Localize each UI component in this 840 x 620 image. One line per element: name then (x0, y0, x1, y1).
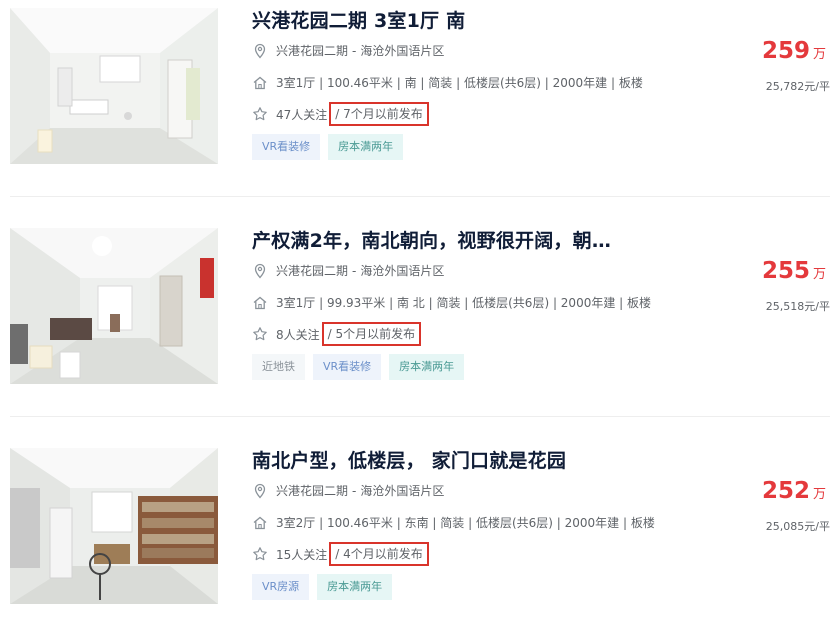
unit-price: 25,085元/平 (765, 520, 830, 533)
listing-photo[interactable] (10, 448, 218, 604)
house-info-text: 3室1厅 | 99.93平米 | 南 北 | 简装 | 低楼层(共6层) | 2… (276, 296, 652, 310)
listing-info: 3室2厅 | 100.46平米 | 东南 | 简装 | 低楼层(共6层) | 2… (252, 514, 655, 531)
total-price-unit: 万 (812, 487, 826, 502)
tag-near-subway: 近地铁 (252, 354, 305, 380)
publish-time: / 7个月以前发布 (329, 102, 429, 126)
location-pin-icon (252, 43, 268, 59)
house-info-text: 3室2厅 | 100.46平米 | 东南 | 简装 | 低楼层(共6层) | 2… (276, 516, 655, 530)
star-icon[interactable] (252, 546, 268, 562)
tag-title-two-years: 房本满两年 (328, 134, 404, 160)
house-icon (252, 75, 268, 91)
listing-address: 兴港花园二期 - 海沧外国语片区 (252, 482, 444, 499)
total-price-value: 255 (761, 258, 810, 284)
listing-card[interactable]: 兴港花园二期 3室1厅 南 兴港花园二期 - 海沧外国语片区 3室1厅 | 10… (0, 0, 840, 200)
location-pin-icon (252, 263, 268, 279)
total-price: 255 万 (762, 258, 826, 284)
tag-vr-decoration: VR看装修 (252, 134, 321, 160)
listing-photo[interactable] (10, 8, 218, 164)
followers-count: 47人关注 (276, 107, 328, 122)
total-price: 252 万 (762, 478, 826, 504)
room-photo-image (10, 8, 218, 164)
followers-count: 8人关注 (276, 327, 320, 342)
tag-title-two-years: 房本满两年 (317, 574, 393, 600)
listing-info: 3室1厅 | 99.93平米 | 南 北 | 简装 | 低楼层(共6层) | 2… (252, 294, 651, 311)
listing-follow: 15人关注 / 4个月以前发布 (252, 542, 429, 566)
room-photo-image (10, 228, 218, 384)
address-separator: - (352, 43, 357, 58)
tag-title-two-years: 房本满两年 (389, 354, 465, 380)
tag-vr-listing: VR房源 (252, 574, 310, 600)
address-separator: - (352, 483, 357, 498)
listing-info: 3室1厅 | 100.46平米 | 南 | 简装 | 低楼层(共6层) | 20… (252, 74, 643, 91)
location-pin-icon (252, 483, 268, 499)
community-link[interactable]: 兴港花园二期 (276, 262, 348, 279)
area-link[interactable]: 海沧外国语片区 (360, 42, 444, 59)
listing-photo[interactable] (10, 228, 218, 384)
total-price-unit: 万 (812, 47, 826, 62)
tag-vr-decoration: VR看装修 (313, 354, 382, 380)
listing-follow: 8人关注 / 5个月以前发布 (252, 322, 422, 346)
total-price-value: 259 (761, 38, 810, 64)
listing-title[interactable]: 产权满2年，南北朝向，视野很开阔，朝… (252, 226, 611, 253)
total-price-unit: 万 (812, 267, 826, 282)
listing-card[interactable]: 南北户型，低楼层， 家门口就是花园 兴港花园二期 - 海沧外国语片区 3室2厅 … (0, 440, 840, 620)
unit-price: 25,518元/平 (765, 300, 830, 313)
tag-list: VR房源 房本满两年 (252, 574, 393, 600)
listing-divider (10, 416, 830, 417)
community-link[interactable]: 兴港花园二期 (276, 482, 348, 499)
area-link[interactable]: 海沧外国语片区 (360, 262, 444, 279)
star-icon[interactable] (252, 106, 268, 122)
tag-list: VR看装修 房本满两年 (252, 134, 404, 160)
total-price: 259 万 (762, 38, 826, 64)
tag-list: 近地铁 VR看装修 房本满两年 (252, 354, 465, 380)
publish-time: / 5个月以前发布 (321, 322, 422, 346)
listing-title[interactable]: 南北户型，低楼层， 家门口就是花园 (252, 446, 566, 473)
address-separator: - (352, 263, 357, 278)
listing-address: 兴港花园二期 - 海沧外国语片区 (252, 262, 444, 279)
followers-count: 15人关注 (276, 547, 328, 562)
listing-card[interactable]: 产权满2年，南北朝向，视野很开阔，朝… 兴港花园二期 - 海沧外国语片区 3室1… (0, 220, 840, 420)
listing-title[interactable]: 兴港花园二期 3室1厅 南 (252, 6, 465, 33)
listing-divider (10, 196, 830, 197)
listing-follow: 47人关注 / 7个月以前发布 (252, 102, 429, 126)
house-icon (252, 515, 268, 531)
room-photo-image (10, 448, 218, 604)
star-icon[interactable] (252, 326, 268, 342)
publish-time: / 4个月以前发布 (329, 542, 429, 566)
area-link[interactable]: 海沧外国语片区 (360, 482, 444, 499)
listing-address: 兴港花园二期 - 海沧外国语片区 (252, 42, 444, 59)
community-link[interactable]: 兴港花园二期 (276, 42, 348, 59)
total-price-value: 252 (761, 478, 810, 504)
house-info-text: 3室1厅 | 100.46平米 | 南 | 简装 | 低楼层(共6层) | 20… (276, 76, 643, 90)
house-icon (252, 295, 268, 311)
unit-price: 25,782元/平 (765, 80, 830, 93)
